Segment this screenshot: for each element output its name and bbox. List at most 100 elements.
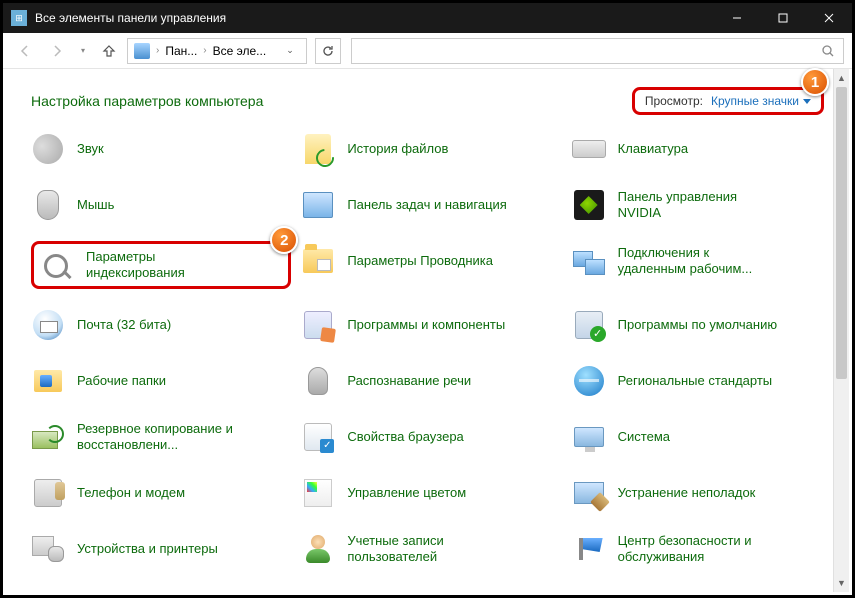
item-label: Подключения к удаленным рабочим... — [618, 245, 778, 278]
item-backup[interactable]: Резервное копирование и восстановлени... — [31, 417, 291, 457]
page-title: Настройка параметров компьютера — [31, 93, 263, 109]
flag-icon — [572, 532, 606, 566]
item-label: Региональные стандарты — [618, 373, 772, 389]
item-internet-options[interactable]: Свойства браузера — [301, 417, 561, 457]
item-sound[interactable]: Звук — [31, 129, 291, 169]
item-troubleshooting[interactable]: Устранение неполадок — [572, 473, 832, 513]
item-label: Рабочие папки — [77, 373, 166, 389]
item-programs-features[interactable]: Программы и компоненты — [301, 305, 561, 345]
item-label: Резервное копирование и восстановлени... — [77, 421, 237, 454]
user-icon — [301, 532, 335, 566]
items-grid: Звук История файлов Клавиатура Мышь Пане… — [3, 125, 852, 569]
scroll-down-button[interactable]: ▼ — [834, 574, 849, 592]
search-input[interactable] — [351, 38, 844, 64]
item-label: История файлов — [347, 141, 448, 157]
programs-icon — [301, 308, 335, 342]
item-security-maintenance[interactable]: Центр безопасности и обслуживания — [572, 529, 832, 569]
scroll-up-button[interactable]: ▲ — [834, 69, 849, 87]
close-button[interactable] — [806, 3, 852, 33]
nvidia-icon — [572, 188, 606, 222]
default-programs-icon — [572, 308, 606, 342]
callout-1: 1 — [801, 68, 829, 96]
scroll-track[interactable] — [834, 87, 849, 574]
item-label: Клавиатура — [618, 141, 688, 157]
indexing-icon — [40, 248, 74, 282]
item-label: Управление цветом — [347, 485, 466, 501]
vertical-scrollbar[interactable]: ▲ ▼ — [833, 69, 849, 592]
recent-dropdown[interactable]: ▾ — [75, 37, 91, 65]
troubleshoot-icon — [572, 476, 606, 510]
item-label: Параметры индексирования — [86, 249, 246, 282]
phone-icon — [31, 476, 65, 510]
maximize-button[interactable] — [760, 3, 806, 33]
chevron-down-icon — [803, 99, 811, 104]
item-label: Мышь — [77, 197, 114, 213]
breadcrumb-icon — [134, 43, 150, 59]
item-label: Параметры Проводника — [347, 253, 493, 269]
taskbar-icon — [301, 188, 335, 222]
keyboard-icon — [572, 132, 606, 166]
nav-toolbar: ▾ › Пан... › Все эле... ⌄ — [3, 33, 852, 69]
minimize-button[interactable] — [714, 3, 760, 33]
item-keyboard[interactable]: Клавиатура — [572, 129, 832, 169]
item-devices-printers[interactable]: Устройства и принтеры — [31, 529, 291, 569]
item-taskbar[interactable]: Панель задач и навигация — [301, 185, 561, 225]
microphone-icon — [301, 364, 335, 398]
item-label: Панель управления NVIDIA — [618, 189, 778, 222]
item-label: Центр безопасности и обслуживания — [618, 533, 778, 566]
window-controls — [714, 3, 852, 33]
item-mouse[interactable]: Мышь — [31, 185, 291, 225]
callout-2: 2 — [270, 226, 298, 254]
titlebar: ⊞ Все элементы панели управления — [3, 3, 852, 33]
scroll-thumb[interactable] — [836, 87, 847, 379]
breadcrumb-dropdown[interactable]: ⌄ — [280, 45, 300, 56]
item-label: Система — [618, 429, 670, 445]
item-label: Устройства и принтеры — [77, 541, 218, 557]
up-button[interactable] — [95, 37, 123, 65]
view-label: Просмотр: — [645, 94, 703, 108]
item-mail[interactable]: Почта (32 бита) — [31, 305, 291, 345]
item-explorer-options[interactable]: Параметры Проводника — [301, 241, 561, 281]
item-remote-desktop[interactable]: Подключения к удаленным рабочим... — [572, 241, 832, 281]
breadcrumb-seg1[interactable]: Пан... — [165, 44, 197, 58]
refresh-button[interactable] — [315, 38, 341, 64]
mail-icon — [31, 308, 65, 342]
chevron-right-icon: › — [203, 45, 206, 56]
item-user-accounts[interactable]: Учетные записи пользователей — [301, 529, 561, 569]
forward-button[interactable] — [43, 37, 71, 65]
breadcrumb[interactable]: › Пан... › Все эле... ⌄ — [127, 38, 307, 64]
window-title: Все элементы панели управления — [35, 11, 714, 25]
item-system[interactable]: Система — [572, 417, 832, 457]
view-selector-highlight: Просмотр: Крупные значки 1 — [632, 87, 824, 115]
globe-icon — [572, 364, 606, 398]
item-label: Звук — [77, 141, 104, 157]
window: ⊞ Все элементы панели управления ▾ › Пан… — [0, 0, 855, 598]
item-label: Программы по умолчанию — [618, 317, 777, 333]
item-label: Учетные записи пользователей — [347, 533, 507, 566]
browser-icon — [301, 420, 335, 454]
item-color-management[interactable]: Управление цветом — [301, 473, 561, 513]
remote-desktop-icon — [572, 244, 606, 278]
work-folders-icon — [31, 364, 65, 398]
item-file-history[interactable]: История файлов — [301, 129, 561, 169]
item-label: Почта (32 бита) — [77, 317, 171, 333]
item-region[interactable]: Региональные стандарты — [572, 361, 832, 401]
breadcrumb-seg2[interactable]: Все эле... — [213, 44, 267, 58]
item-phone-modem[interactable]: Телефон и модем — [31, 473, 291, 513]
folder-options-icon — [301, 244, 335, 278]
item-label: Программы и компоненты — [347, 317, 505, 333]
mouse-icon — [31, 188, 65, 222]
back-button[interactable] — [11, 37, 39, 65]
view-value: Крупные значки — [711, 94, 799, 108]
view-dropdown[interactable]: Крупные значки — [711, 94, 811, 108]
item-nvidia[interactable]: Панель управления NVIDIA — [572, 185, 832, 225]
chevron-right-icon: › — [156, 45, 159, 56]
item-speech[interactable]: Распознавание речи — [301, 361, 561, 401]
item-work-folders[interactable]: Рабочие папки — [31, 361, 291, 401]
item-indexing-highlight[interactable]: Параметры индексирования 2 — [31, 241, 291, 289]
item-default-programs[interactable]: Программы по умолчанию — [572, 305, 832, 345]
search-icon — [821, 44, 835, 58]
backup-icon — [31, 420, 65, 454]
control-panel-icon: ⊞ — [11, 10, 27, 26]
item-label: Устранение неполадок — [618, 485, 756, 501]
